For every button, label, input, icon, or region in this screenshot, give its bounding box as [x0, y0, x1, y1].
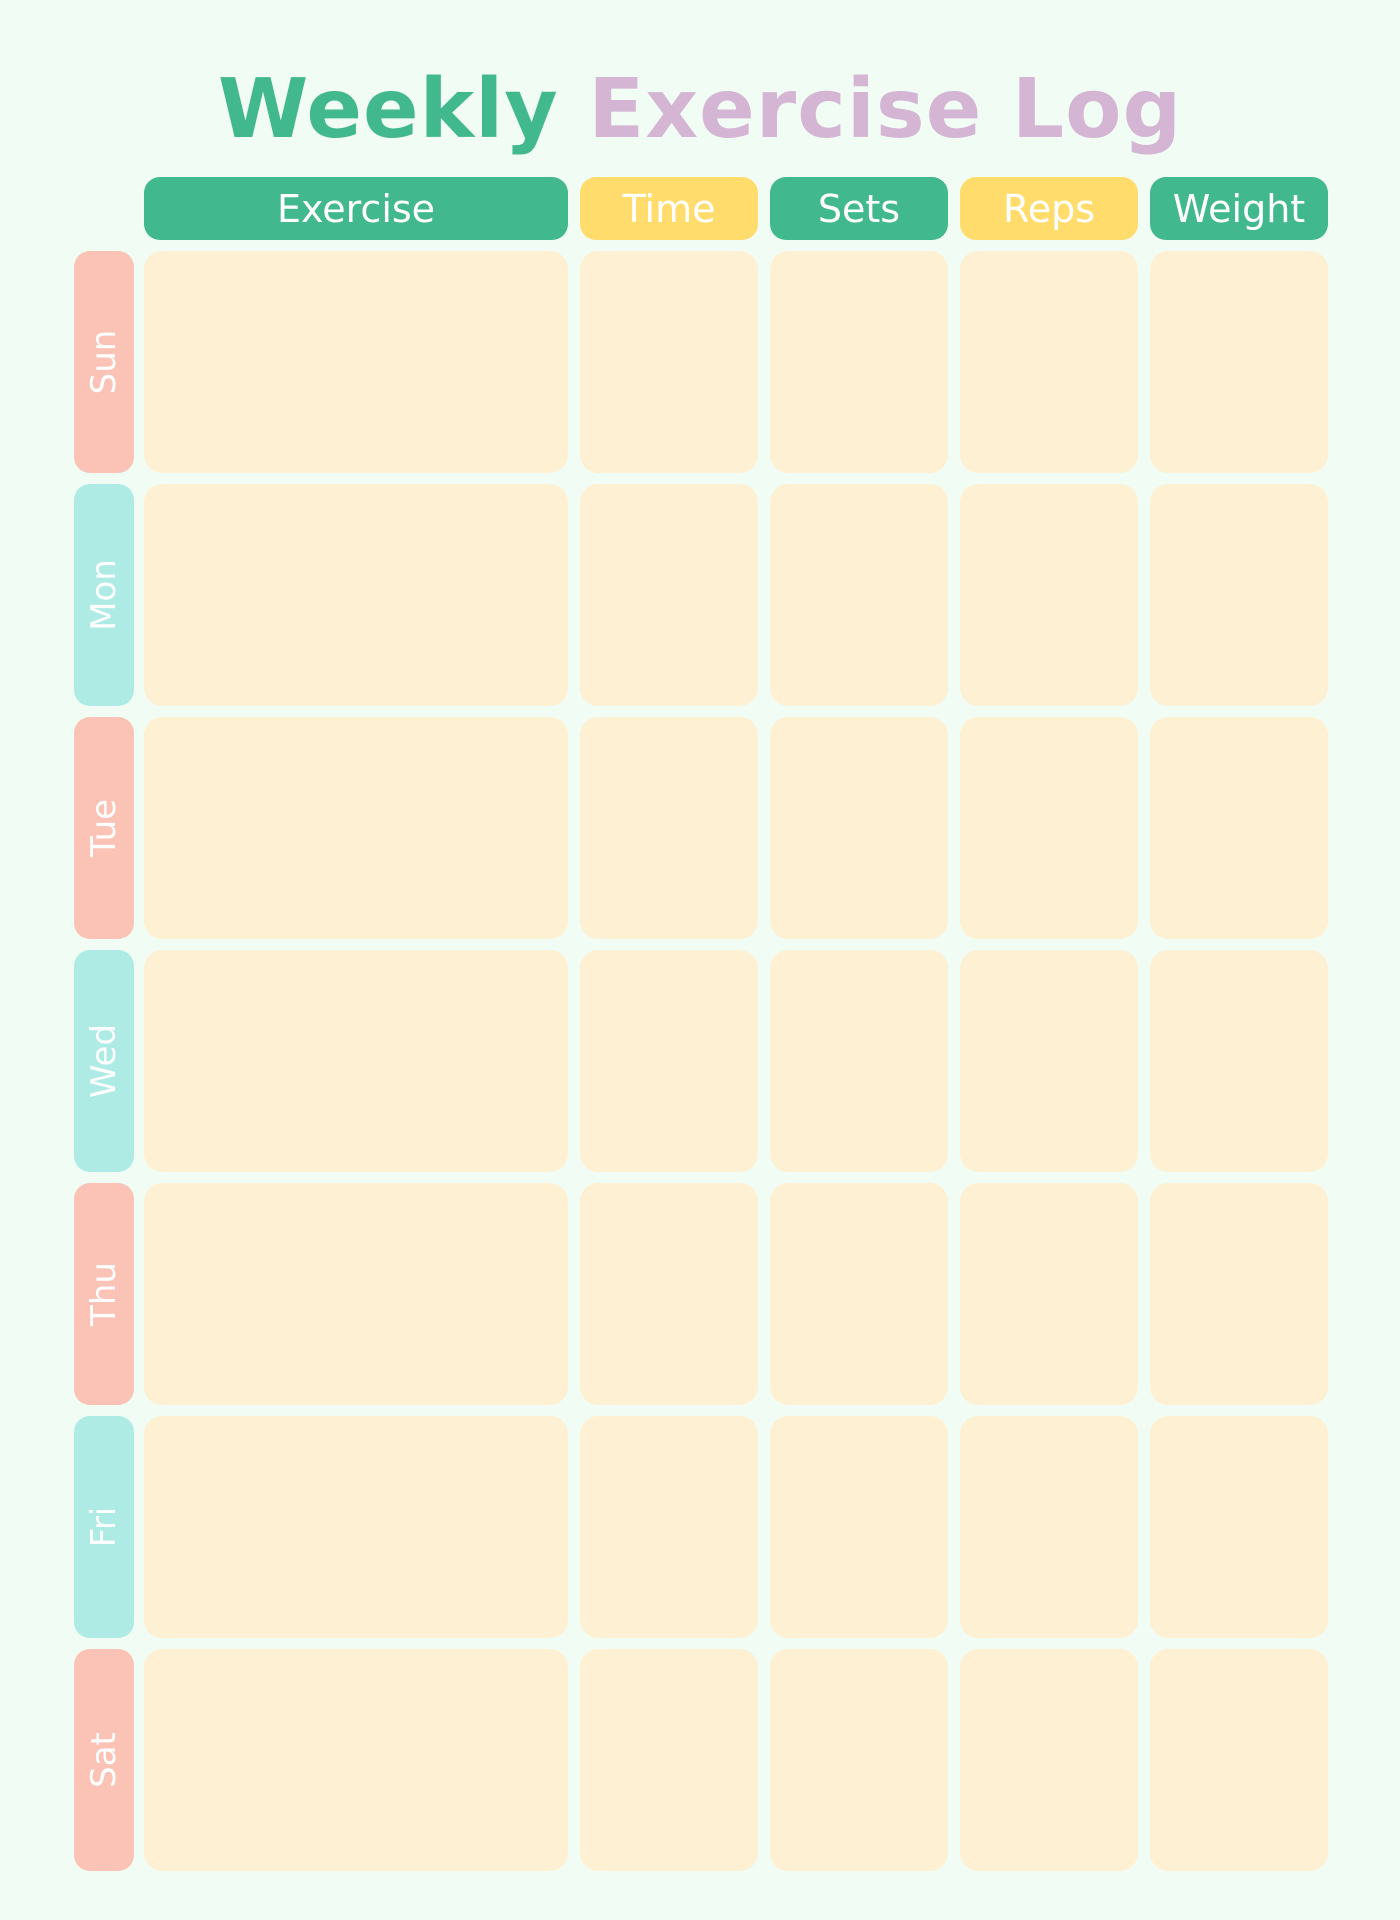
log-cell-sun-reps[interactable] [960, 251, 1138, 473]
day-label-text: Thu [84, 1262, 124, 1326]
page-title: Weekly Exercise Log [0, 60, 1400, 160]
log-cell-sun-sets[interactable] [770, 251, 948, 473]
log-cell-sun-weight[interactable] [1150, 251, 1328, 473]
log-cell-fri-weight[interactable] [1150, 1416, 1328, 1638]
title-exercise-log: Exercise Log [588, 62, 1183, 157]
log-cell-thu-time[interactable] [580, 1183, 758, 1405]
log-cell-thu-exercise[interactable] [144, 1183, 568, 1405]
log-cell-mon-weight[interactable] [1150, 484, 1328, 706]
day-label-text: Tue [84, 798, 124, 858]
log-cell-wed-exercise[interactable] [144, 950, 568, 1172]
log-cell-mon-time[interactable] [580, 484, 758, 706]
day-label-text: Wed [84, 1023, 124, 1099]
log-cell-sat-sets[interactable] [770, 1649, 948, 1871]
log-cell-thu-weight[interactable] [1150, 1183, 1328, 1405]
column-header-weight: Weight [1150, 177, 1328, 240]
log-cell-sat-time[interactable] [580, 1649, 758, 1871]
log-cell-fri-reps[interactable] [960, 1416, 1138, 1638]
log-cell-fri-time[interactable] [580, 1416, 758, 1638]
day-label-wed: Wed [74, 950, 134, 1172]
log-cell-fri-exercise[interactable] [144, 1416, 568, 1638]
log-cell-tue-weight[interactable] [1150, 717, 1328, 939]
log-cell-mon-reps[interactable] [960, 484, 1138, 706]
day-label-mon: Mon [74, 484, 134, 706]
day-label-text: Mon [84, 559, 124, 631]
column-header-exercise: Exercise [144, 177, 568, 240]
log-cell-tue-sets[interactable] [770, 717, 948, 939]
log-cell-sat-weight[interactable] [1150, 1649, 1328, 1871]
log-cell-sun-time[interactable] [580, 251, 758, 473]
log-cell-fri-sets[interactable] [770, 1416, 948, 1638]
day-label-fri: Fri [74, 1416, 134, 1638]
title-weekly: Weekly [217, 62, 559, 157]
column-header-sets: Sets [770, 177, 948, 240]
day-label-text: Fri [84, 1506, 124, 1548]
day-label-text: Sun [84, 329, 124, 395]
day-label-sun: Sun [74, 251, 134, 473]
log-cell-mon-sets[interactable] [770, 484, 948, 706]
log-cell-tue-time[interactable] [580, 717, 758, 939]
log-cell-sun-exercise[interactable] [144, 251, 568, 473]
log-cell-wed-time[interactable] [580, 950, 758, 1172]
log-cell-tue-exercise[interactable] [144, 717, 568, 939]
day-label-text: Sat [84, 1732, 124, 1788]
log-cell-sat-reps[interactable] [960, 1649, 1138, 1871]
log-cell-mon-exercise[interactable] [144, 484, 568, 706]
log-cell-tue-reps[interactable] [960, 717, 1138, 939]
log-cell-wed-reps[interactable] [960, 950, 1138, 1172]
log-cell-wed-sets[interactable] [770, 950, 948, 1172]
day-label-sat: Sat [74, 1649, 134, 1871]
log-cell-sat-exercise[interactable] [144, 1649, 568, 1871]
log-cell-wed-weight[interactable] [1150, 950, 1328, 1172]
column-header-time: Time [580, 177, 758, 240]
column-header-reps: Reps [960, 177, 1138, 240]
log-cell-thu-sets[interactable] [770, 1183, 948, 1405]
day-label-thu: Thu [74, 1183, 134, 1405]
day-label-tue: Tue [74, 717, 134, 939]
log-cell-thu-reps[interactable] [960, 1183, 1138, 1405]
